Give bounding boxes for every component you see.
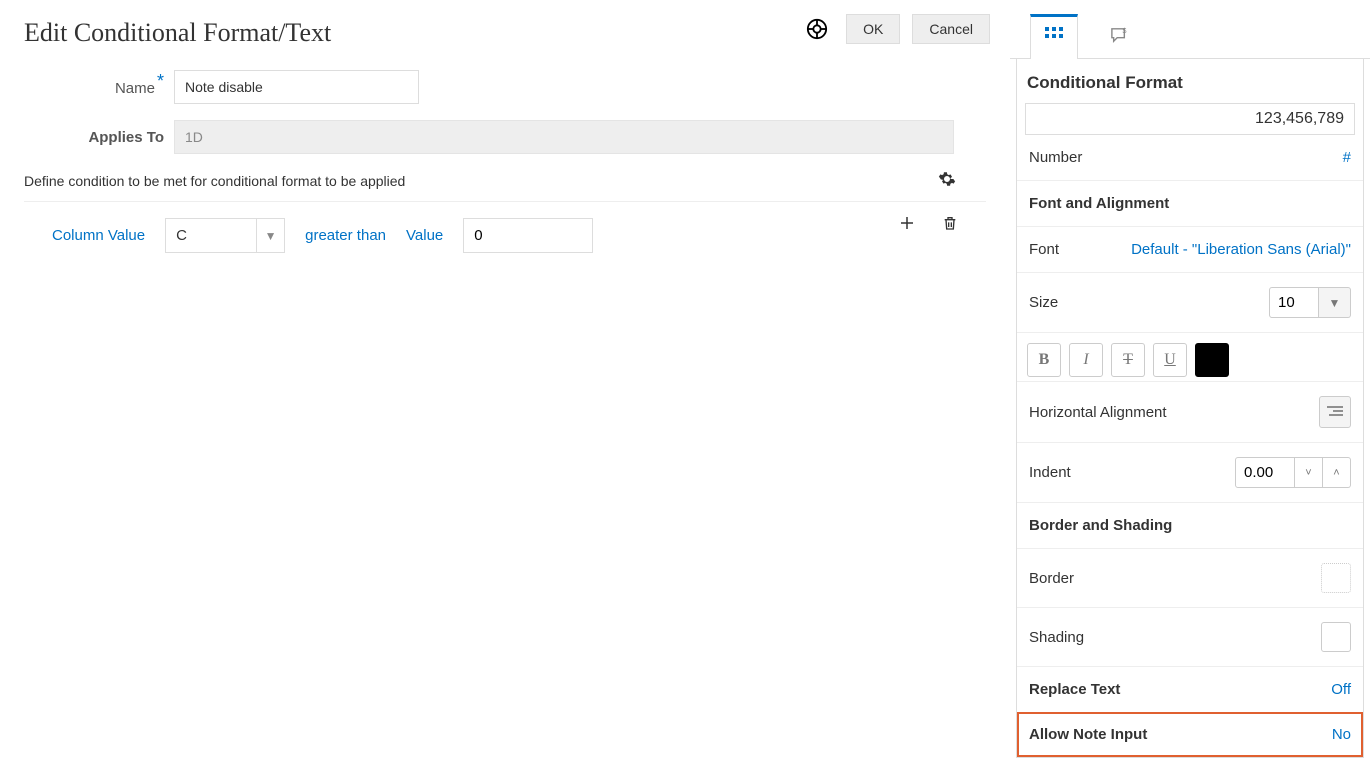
trash-icon[interactable]	[942, 214, 958, 235]
number-label: Number	[1029, 149, 1082, 166]
help-icon[interactable]	[806, 18, 828, 40]
column-value-link[interactable]: Column Value	[52, 227, 145, 244]
font-label: Font	[1029, 241, 1059, 258]
number-value-link[interactable]: #	[1343, 149, 1351, 166]
tab-comment[interactable]: $	[1096, 14, 1142, 58]
indent-up-icon[interactable]: ˄	[1323, 457, 1351, 488]
allow-note-value-link[interactable]: No	[1332, 726, 1351, 743]
size-dropdown-icon[interactable]: ▼	[1319, 287, 1351, 318]
format-preview: 123,456,789	[1025, 103, 1355, 135]
ok-button[interactable]: OK	[846, 14, 900, 44]
column-combo[interactable]: C ▼	[165, 218, 285, 253]
name-input[interactable]	[174, 70, 419, 104]
value-label-link[interactable]: Value	[406, 227, 443, 244]
add-icon[interactable]	[898, 214, 916, 235]
bold-button[interactable]: B	[1027, 343, 1061, 377]
column-combo-value: C	[166, 219, 256, 252]
chevron-down-icon[interactable]: ▼	[256, 219, 284, 252]
indent-input[interactable]	[1235, 457, 1295, 488]
applies-to-input	[174, 120, 954, 154]
svg-text:$: $	[1123, 27, 1127, 35]
halign-label: Horizontal Alignment	[1029, 404, 1167, 421]
border-label: Border	[1029, 570, 1074, 587]
condition-description: Define condition to be met for condition…	[24, 173, 405, 189]
italic-button[interactable]: I	[1069, 343, 1103, 377]
size-label: Size	[1029, 294, 1058, 311]
panel-title: Conditional Format	[1017, 59, 1363, 103]
border-section-header: Border and Shading	[1017, 502, 1363, 548]
replace-text-value-link[interactable]: Off	[1331, 681, 1351, 698]
font-value-link[interactable]: Default - "Liberation Sans (Arial)"	[1131, 241, 1351, 258]
applies-to-label: Applies To	[24, 129, 174, 146]
name-label: Name*	[24, 77, 174, 98]
border-picker[interactable]	[1321, 563, 1351, 593]
replace-text-label: Replace Text	[1029, 681, 1120, 698]
indent-label: Indent	[1029, 464, 1071, 481]
operator-link[interactable]: greater than	[305, 227, 386, 244]
indent-down-icon[interactable]: ˅	[1295, 457, 1323, 488]
gear-icon[interactable]	[938, 170, 956, 191]
strikethrough-button[interactable]: T	[1111, 343, 1145, 377]
cancel-button[interactable]: Cancel	[912, 14, 990, 44]
align-right-icon[interactable]	[1319, 396, 1351, 428]
shading-picker[interactable]	[1321, 622, 1351, 652]
font-color-swatch[interactable]	[1195, 343, 1229, 377]
font-section-header: Font and Alignment	[1017, 180, 1363, 226]
size-input[interactable]	[1269, 287, 1319, 318]
tab-format[interactable]	[1030, 14, 1078, 59]
underline-button[interactable]: U	[1153, 343, 1187, 377]
value-input[interactable]	[463, 218, 593, 253]
shading-label: Shading	[1029, 629, 1084, 646]
allow-note-label: Allow Note Input	[1029, 726, 1147, 743]
